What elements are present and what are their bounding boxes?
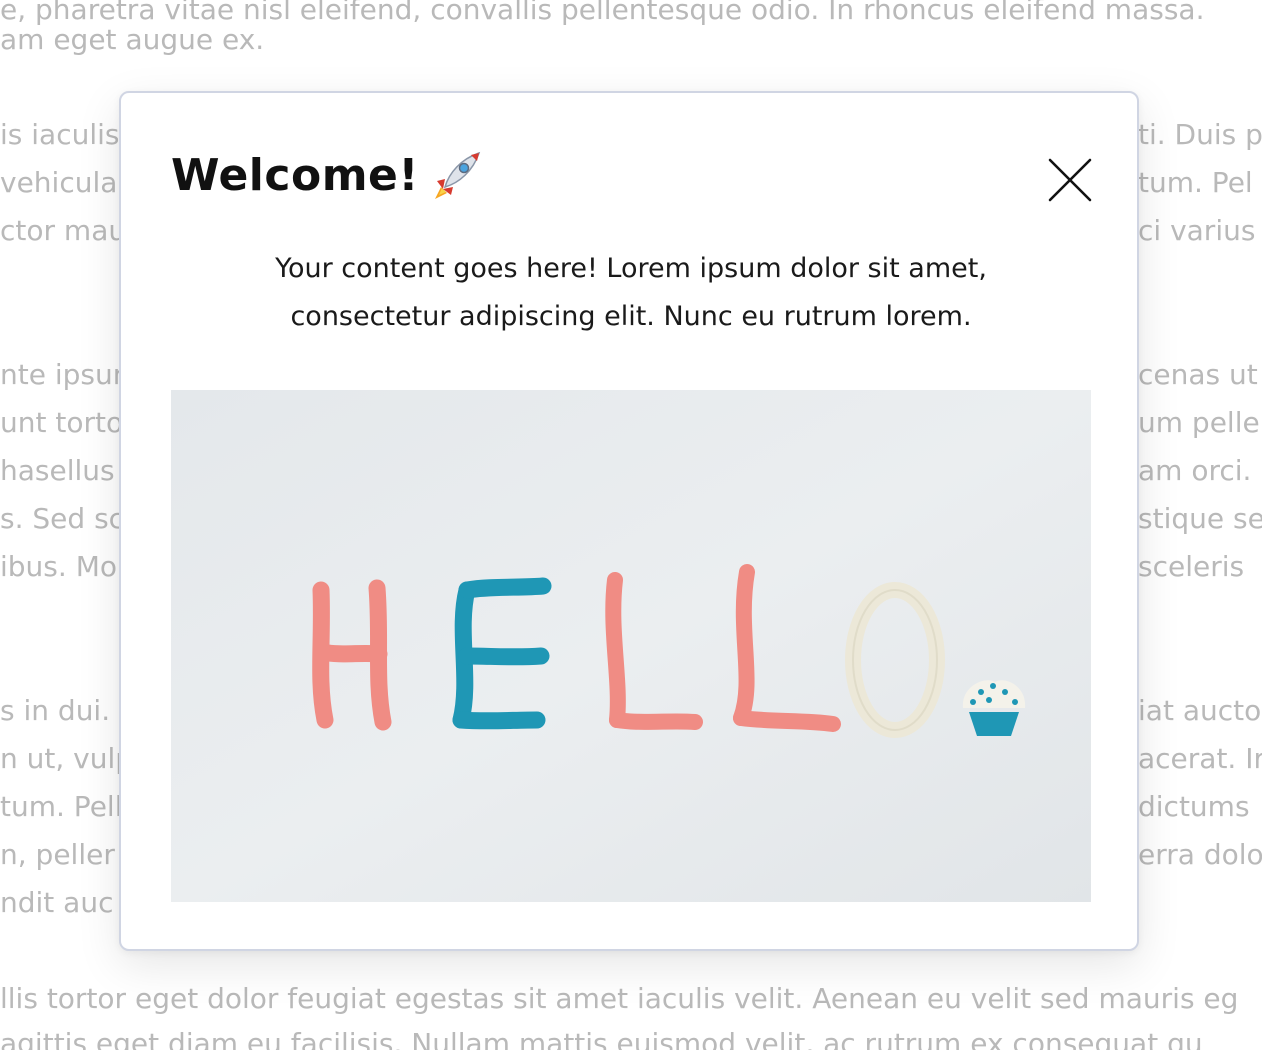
bg-text-fragment: sceleris	[1138, 550, 1245, 583]
bg-text-fragment: s in dui.	[0, 694, 111, 727]
rocket-icon	[431, 149, 483, 201]
bg-text-line: llis tortor eget dolor feugiat egestas s…	[0, 982, 1239, 1015]
modal-body-text: Your content goes here! Lorem ipsum dolo…	[181, 245, 1081, 341]
modal-title: Welcome!	[171, 149, 483, 201]
bg-text-fragment: tum. Pell	[0, 790, 120, 823]
modal-body-line: consectetur adipiscing elit. Nunc eu rut…	[290, 301, 972, 332]
modal-body-line: Your content goes here! Lorem ipsum dolo…	[275, 253, 987, 284]
close-button[interactable]	[1047, 157, 1093, 203]
bg-text-fragment: ndit auc	[0, 886, 114, 919]
bg-text-fragment: ibus. Mo	[0, 550, 117, 583]
bg-text-fragment: is iaculis	[0, 118, 120, 151]
bg-text-fragment: unt torto	[0, 406, 120, 439]
bg-text-fragment: acerat. Ir	[1138, 742, 1262, 775]
bg-text-fragment: ti. Duis p	[1138, 118, 1262, 151]
bg-text-fragment: cenas ut	[1138, 358, 1258, 391]
bg-text-line: am eget augue ex.	[0, 23, 265, 56]
bg-text-fragment: n, peller	[0, 838, 115, 871]
close-icon	[1048, 158, 1092, 202]
bg-text-line: agittis eget diam eu facilisis. Nullam m…	[0, 1027, 1203, 1050]
bg-text-fragment: dictums	[1138, 790, 1250, 823]
bg-text-fragment: tum. Pel	[1138, 166, 1253, 199]
welcome-modal: Welcome! Your content goes here! Lorem i…	[119, 91, 1139, 951]
bg-text-fragment: vehicula	[0, 166, 118, 199]
bg-text-fragment: nte ipsum	[0, 358, 120, 391]
modal-title-text: Welcome!	[171, 149, 419, 201]
bg-text-fragment: iat aucto	[1138, 694, 1262, 727]
bg-text-fragment: um peller	[1138, 406, 1262, 439]
bg-text-fragment: n ut, vulp	[0, 742, 120, 775]
bg-text-fragment: am orci.	[1138, 454, 1252, 487]
bg-text-fragment: ci varius	[1138, 214, 1256, 247]
bg-text-fragment: s. Sed sc	[0, 502, 120, 535]
hello-clay-letters-image	[171, 390, 1091, 902]
bg-text-fragment: stique se	[1138, 502, 1262, 535]
bg-text-fragment: ctor mau	[0, 214, 120, 247]
bg-text-fragment: erra dolo	[1138, 838, 1262, 871]
bg-text-fragment: hasellus	[0, 454, 115, 487]
